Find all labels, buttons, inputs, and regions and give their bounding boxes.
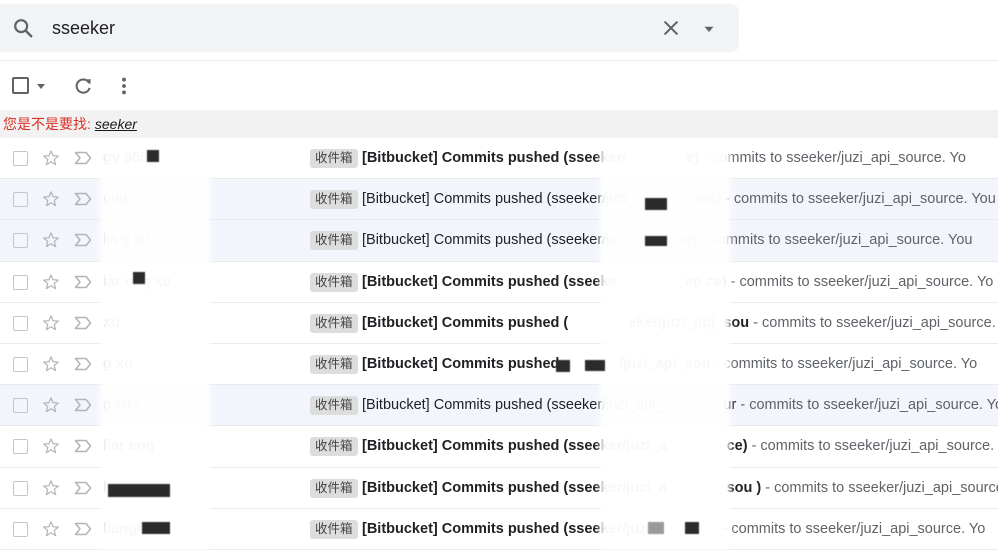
- inbox-label: 收件箱: [310, 396, 358, 416]
- importance-marker-icon[interactable]: [74, 316, 92, 330]
- row-checkbox[interactable]: [13, 233, 28, 249]
- row-checkbox[interactable]: [13, 480, 28, 496]
- importance-marker-icon[interactable]: [74, 151, 92, 165]
- email-snippet: - commits to sseeker/juzi_api_source. Yo: [747, 438, 998, 455]
- refresh-icon[interactable]: [72, 75, 94, 97]
- subject-text: [Bitbucket] Commits pushed (: [362, 314, 569, 331]
- row-checkbox[interactable]: [13, 356, 28, 372]
- inbox-label: 收件箱: [310, 231, 358, 251]
- email-snippet: - commits to sseeker/juzi_api_source. Yo: [765, 479, 998, 496]
- row-checkbox[interactable]: [13, 521, 28, 537]
- spelling-suggestion: 您是不是要找: seeker: [0, 110, 998, 138]
- star-icon[interactable]: [42, 396, 60, 414]
- star-icon[interactable]: [42, 520, 60, 538]
- close-icon[interactable]: [660, 17, 682, 39]
- divider: [0, 60, 998, 61]
- redaction-mark: [685, 522, 699, 534]
- redaction-mark: [648, 522, 664, 534]
- search-bar: [0, 4, 739, 52]
- email-snippet: - commits to sseeker/juzi_api_source. Yo: [710, 355, 978, 372]
- email-snippet: - commits to sseeker/juzi_api_source. Yo…: [720, 191, 996, 208]
- redaction-mark: [556, 360, 570, 372]
- row-checkbox[interactable]: [13, 151, 28, 166]
- importance-marker-icon[interactable]: [74, 192, 92, 206]
- email-snippet: - commits to sseeker/juzi_api_source. Yo: [726, 273, 994, 290]
- search-input[interactable]: [52, 14, 612, 42]
- redaction-mark: [147, 150, 159, 162]
- redaction-mark: [108, 484, 170, 497]
- more-vertical-icon[interactable]: [113, 75, 135, 97]
- importance-marker-icon[interactable]: [74, 357, 92, 371]
- subject-text: [Bitbucket] Commits pushed (sseeke: [362, 273, 617, 290]
- star-icon[interactable]: [42, 355, 60, 373]
- inbox-label: 收件箱: [310, 437, 358, 457]
- row-checkbox[interactable]: [13, 439, 28, 455]
- subject-text: [Bitbucket] Commits pushed (sseeker/ju: [362, 232, 618, 249]
- email-snippet: - commits to sseeker/juzi_api_source. Yo: [749, 314, 998, 331]
- row-checkbox[interactable]: [13, 315, 28, 331]
- importance-marker-icon[interactable]: [74, 439, 92, 453]
- inbox-label: 收件箱: [310, 354, 358, 374]
- star-icon[interactable]: [42, 190, 60, 208]
- inbox-label: 收件箱: [310, 272, 358, 292]
- importance-marker-icon[interactable]: [74, 398, 92, 412]
- redaction-mark: [645, 198, 667, 210]
- inbox-label: 收件箱: [310, 149, 358, 168]
- star-icon[interactable]: [42, 231, 60, 249]
- row-checkbox[interactable]: [13, 192, 28, 208]
- subject-text: [Bitbucket] Commits pushed (sseeker/juzi…: [362, 191, 636, 208]
- email-snippet: - commits to sseeker/juzi_api_source. Yo: [718, 520, 986, 537]
- subject-text: [Bitbucket] Commits pushed: [362, 355, 560, 372]
- email-snippet: - commits to sseeker/juzi_api_source. Yo…: [736, 397, 998, 414]
- email-snippet: - commits to sseeker/juzi_api_source. Yo: [699, 150, 966, 166]
- toolbar: [0, 64, 998, 108]
- star-icon[interactable]: [42, 314, 60, 332]
- redaction-mark: [133, 272, 145, 284]
- redaction-mark: [645, 236, 667, 246]
- importance-marker-icon[interactable]: [74, 233, 92, 247]
- subject-text: [Bitbucket] Commits pushed (sseeker/: [362, 150, 627, 166]
- redaction-mark: [142, 522, 170, 534]
- select-all-checkbox[interactable]: [12, 77, 29, 94]
- inbox-label: 收件箱: [310, 478, 358, 498]
- email-snippet: - commits to sseeker/juzi_api_source. Yo…: [697, 232, 973, 249]
- row-checkbox[interactable]: [13, 274, 28, 290]
- suggestion-term-link[interactable]: seeker: [95, 116, 137, 132]
- inbox-label: 收件箱: [310, 519, 358, 539]
- inbox-label: 收件箱: [310, 313, 358, 333]
- star-icon[interactable]: [42, 149, 60, 167]
- row-checkbox[interactable]: [13, 398, 28, 414]
- redaction-mark: [585, 360, 605, 371]
- search-icon[interactable]: [12, 17, 34, 39]
- star-icon[interactable]: [42, 273, 60, 291]
- star-icon[interactable]: [42, 479, 60, 497]
- star-icon[interactable]: [42, 437, 60, 455]
- importance-marker-icon[interactable]: [74, 275, 92, 289]
- inbox-label: 收件箱: [310, 190, 358, 210]
- subject-tail: sou ): [726, 479, 762, 496]
- suggestion-lead: 您是不是要找:: [3, 116, 91, 132]
- importance-marker-icon[interactable]: [74, 522, 92, 536]
- caret-down-icon[interactable]: [700, 20, 718, 38]
- select-caret-icon[interactable]: [36, 82, 46, 90]
- importance-marker-icon[interactable]: [74, 481, 92, 495]
